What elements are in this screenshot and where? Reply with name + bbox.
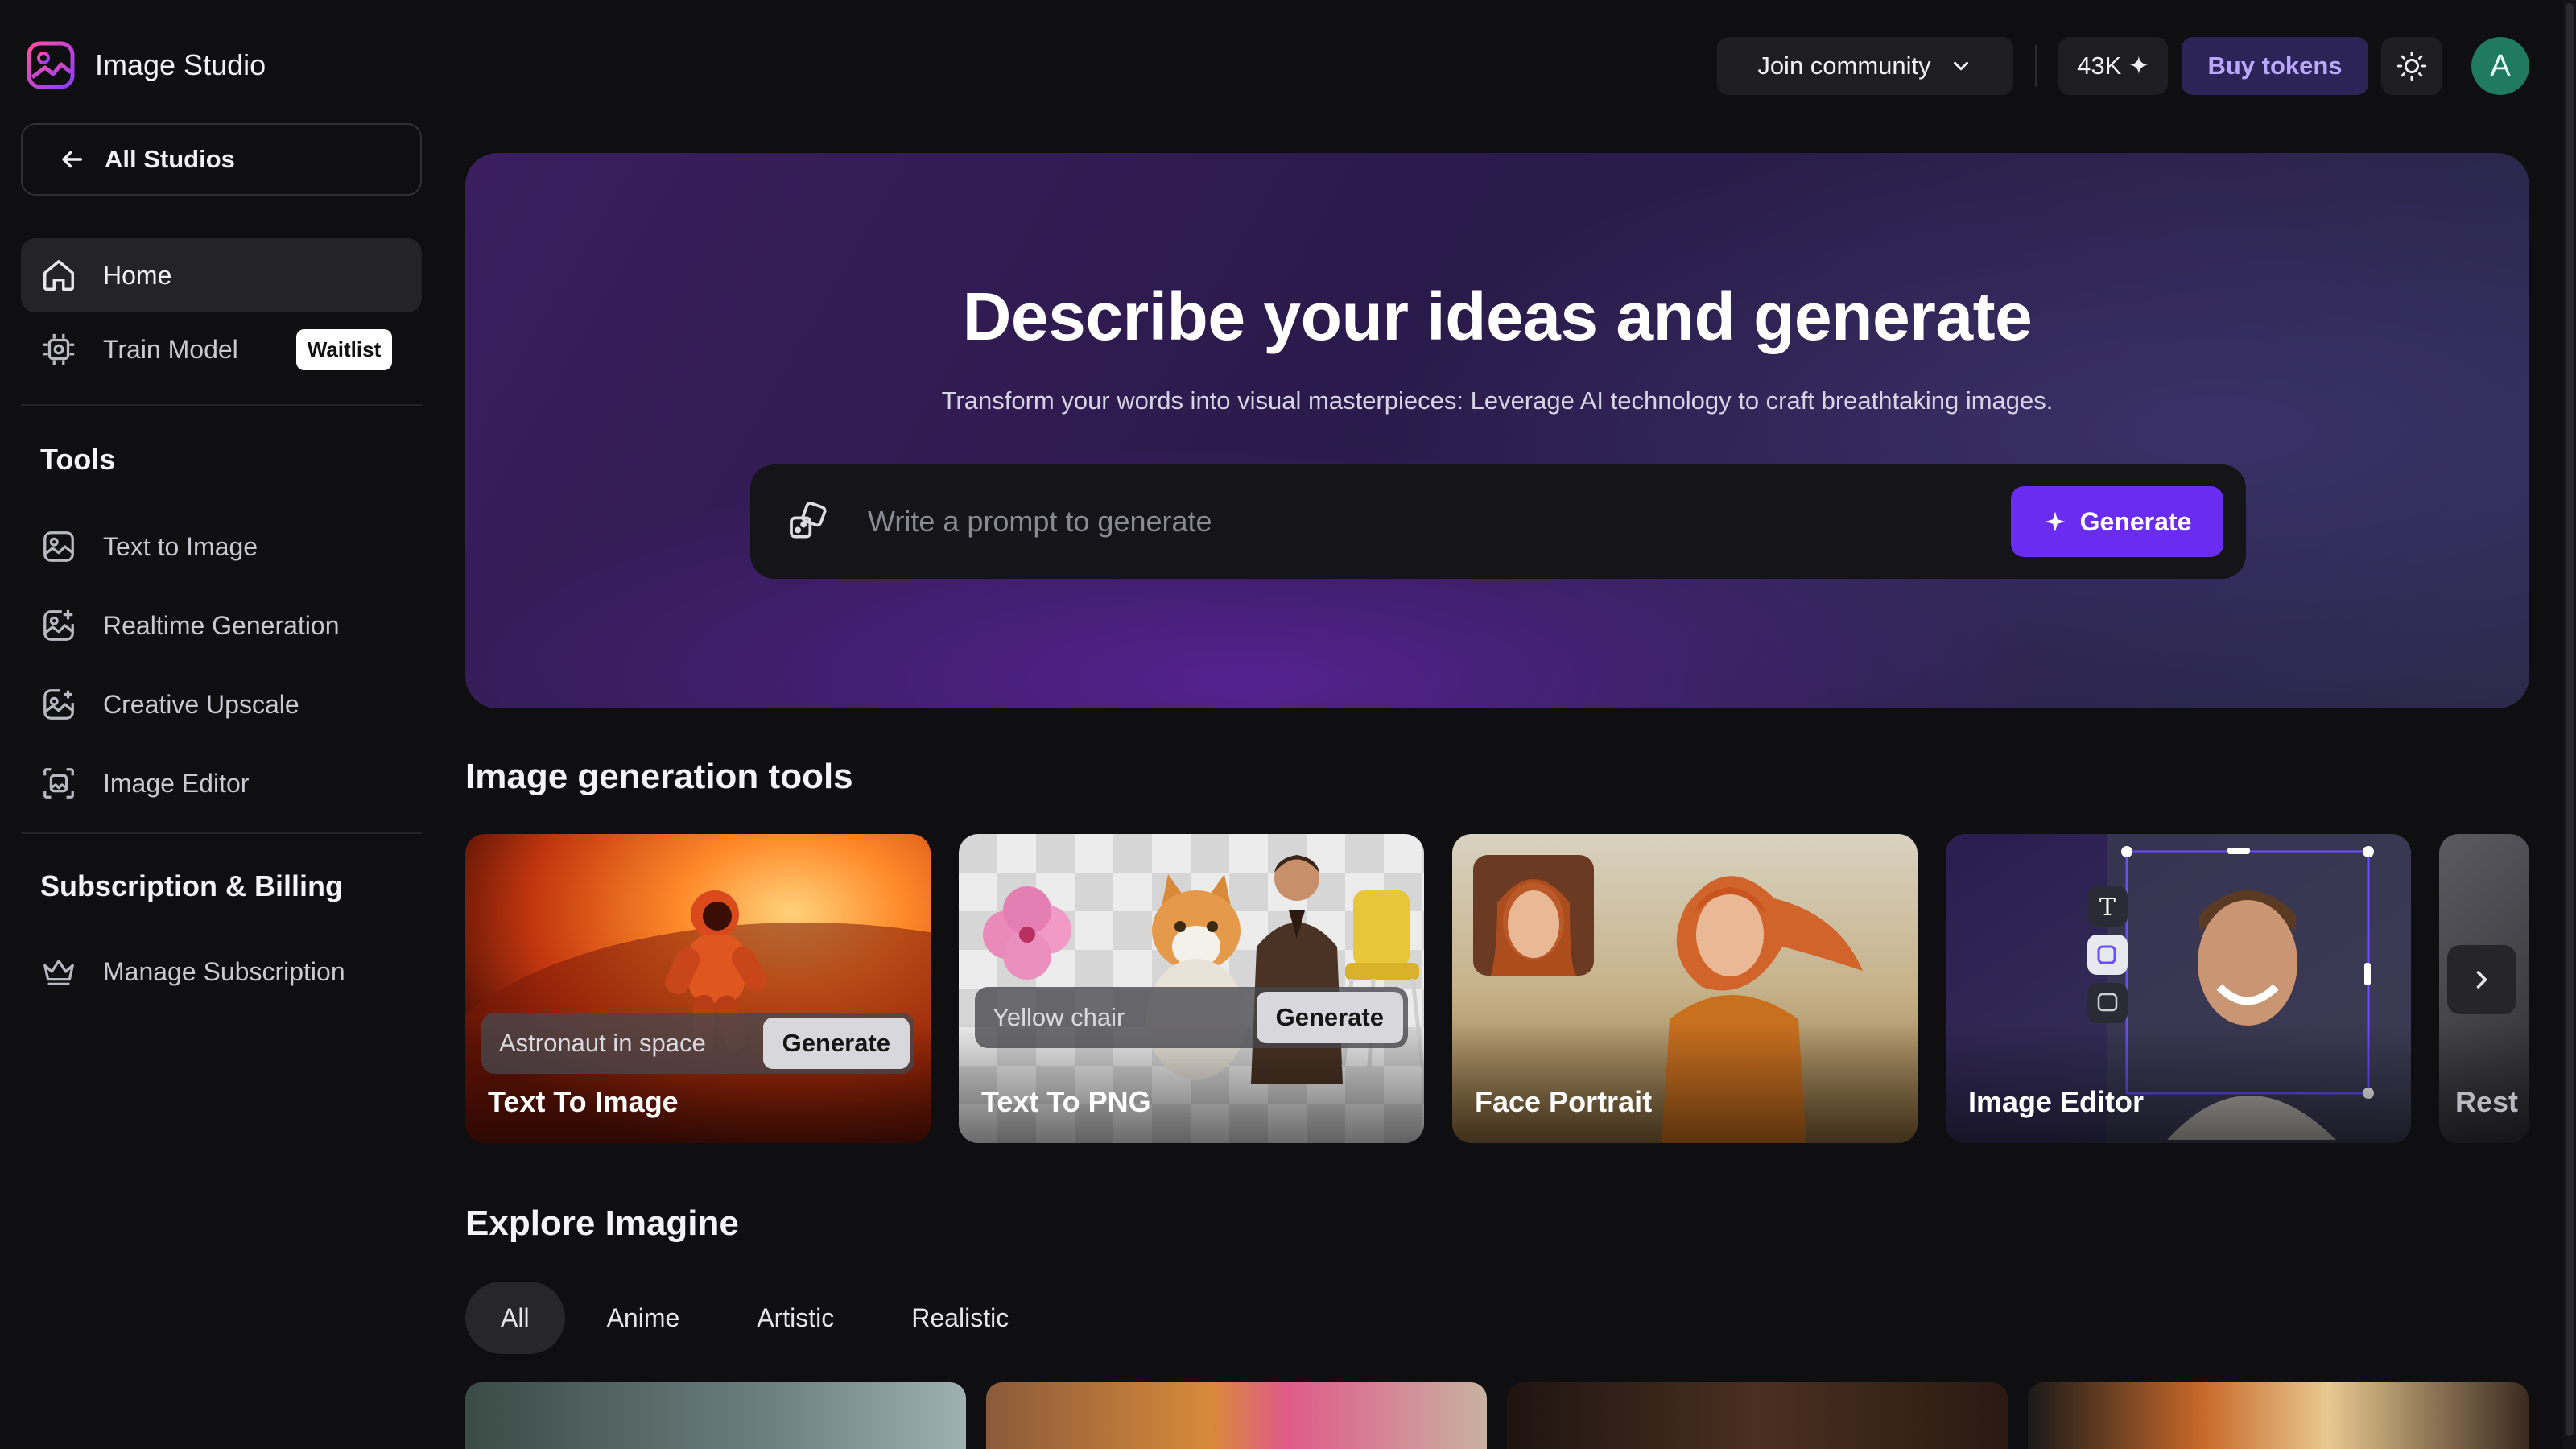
tool-card-text-to-image[interactable]: Astronaut in space Generate Text To Imag… [465, 834, 931, 1143]
sidebar-item-label: Train Model [103, 334, 238, 364]
token-count: 43K ✦ [2077, 52, 2149, 80]
image-frame-icon [43, 768, 74, 799]
tool-card-title: Image Editor [1968, 1085, 2145, 1118]
filter-chip-artistic[interactable]: Artistic [721, 1282, 869, 1354]
generate-label: Generate [2079, 506, 2192, 536]
explore-thumbnail[interactable] [986, 1382, 1487, 1449]
hero-banner: Describe your ideas and generate Transfo… [465, 153, 2529, 708]
tool-card-title: Text To Image [488, 1085, 679, 1118]
sidebar-item-label: Creative Upscale [103, 689, 299, 719]
sidebar-item-label: Text to Image [103, 531, 258, 561]
tools-heading: Tools [40, 443, 116, 476]
hero-title: Describe your ideas and generate [962, 279, 2033, 354]
join-community-dropdown[interactable]: Join community [1717, 37, 2013, 95]
theme-toggle-button[interactable] [2381, 37, 2442, 95]
sidebar-item-text-to-image[interactable]: Text to Image [21, 507, 422, 586]
dice-shuffle-icon[interactable] [786, 499, 831, 544]
sidebar-item-train-model[interactable]: Train Model Waitlist [21, 312, 422, 386]
sidebar-divider [21, 404, 422, 406]
all-studios-button[interactable]: All Studios [21, 123, 422, 196]
chevron-down-icon [1953, 61, 1968, 71]
image-plus-icon [43, 689, 74, 720]
topbar-separator [2035, 45, 2037, 87]
tool-card-face-portrait[interactable]: Face Portrait [1452, 834, 1918, 1143]
crown-icon [43, 959, 74, 985]
tool-card-image-editor[interactable]: T Image Editor [1946, 834, 2411, 1143]
svg-text:T: T [2099, 894, 2116, 922]
card-generate-button[interactable]: Generate [1256, 992, 1403, 1043]
sidebar-main-nav: Home Train Model Waitlist [21, 238, 422, 386]
generate-button[interactable]: Generate [2011, 486, 2223, 557]
user-avatar[interactable]: A [2471, 37, 2529, 95]
token-balance[interactable]: 43K ✦ [2058, 37, 2168, 95]
filter-chip-realistic[interactable]: Realistic [876, 1282, 1044, 1354]
explore-thumbnail[interactable] [2028, 1382, 2529, 1449]
tool-card-title: Text To PNG [981, 1085, 1151, 1118]
buy-tokens-label: Buy tokens [2207, 52, 2343, 80]
filter-chip-anime[interactable]: Anime [572, 1282, 716, 1354]
billing-heading: Subscription & Billing [40, 869, 343, 902]
sidebar-billing-nav: Manage Subscription [21, 932, 422, 1011]
prompt-chip: Astronaut in space Generate [481, 1013, 914, 1074]
prompt-chip-text: Yellow chair [993, 1003, 1125, 1031]
page-scrollbar-thumb[interactable] [2566, 3, 2574, 1436]
sidebar-item-label: Home [103, 260, 172, 290]
waitlist-badge: Waitlist [295, 328, 393, 370]
prompt-chip-text: Astronaut in space [499, 1029, 706, 1057]
sidebar-item-manage-subscription[interactable]: Manage Subscription [21, 932, 422, 1011]
tools-section-heading: Image generation tools [465, 757, 853, 796]
carousel-next-button[interactable] [2447, 945, 2516, 1014]
sidebar-tools-nav: Text to Image Realtime Generation Creati… [21, 507, 422, 823]
sun-icon [2396, 51, 2427, 81]
explore-section-heading: Explore Imagine [465, 1203, 739, 1243]
explore-thumbnail[interactable] [1507, 1382, 2008, 1449]
image-icon [43, 531, 74, 562]
chevron-right-icon [2476, 971, 2487, 989]
join-community-label: Join community [1757, 52, 1931, 80]
tool-card-title: Rest [2455, 1085, 2519, 1118]
sidebar-item-creative-upscale[interactable]: Creative Upscale [21, 665, 422, 744]
sidebar-item-realtime-generation[interactable]: Realtime Generation [21, 586, 422, 665]
sidebar-item-label: Image Editor [103, 768, 250, 798]
explore-thumbnail[interactable] [465, 1382, 966, 1449]
sidebar-item-home[interactable]: Home [21, 238, 422, 312]
sidebar-item-image-editor[interactable]: Image Editor [21, 744, 422, 823]
sidebar-item-label: Realtime Generation [103, 610, 340, 640]
app-root: Image Studio All Studios Home Train Mode… [0, 0, 2576, 1449]
all-studios-label: All Studios [105, 145, 235, 173]
home-icon [43, 260, 74, 291]
sidebar-divider [21, 832, 422, 834]
buy-tokens-button[interactable]: Buy tokens [2182, 37, 2368, 95]
topbar: Join community 43K ✦ Buy tokens A [0, 37, 2576, 95]
sparkle-icon [2045, 511, 2066, 532]
tool-card-title: Face Portrait [1475, 1085, 1653, 1118]
sidebar-item-label: Manage Subscription [103, 956, 345, 986]
prompt-chip: Yellow chair Generate [975, 987, 1408, 1048]
explore-filter-chips: All Anime Artistic Realistic [465, 1282, 1044, 1354]
tool-card-text-to-png[interactable]: Yellow chair Generate Text To PNG [959, 834, 1424, 1143]
hero-subtitle: Transform your words into visual masterp… [941, 386, 2054, 415]
image-sparkle-icon [43, 609, 74, 641]
cpu-icon [43, 333, 75, 365]
card-generate-button[interactable]: Generate [762, 1018, 910, 1069]
prompt-bar: Generate [750, 464, 2246, 579]
prompt-input[interactable] [868, 489, 2011, 554]
arrow-left-icon [62, 151, 83, 168]
filter-chip-all[interactable]: All [465, 1282, 565, 1354]
sidebar: Image Studio All Studios Home Train Mode… [0, 0, 438, 1449]
